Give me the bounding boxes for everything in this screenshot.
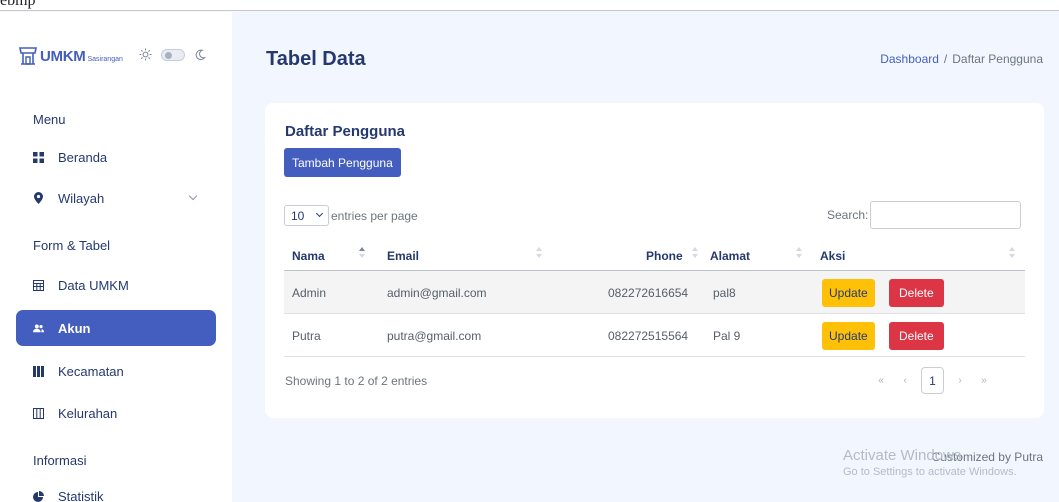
sidebar-item-label: Beranda [58,149,108,165]
sidebar-item-beranda[interactable]: Beranda [16,139,216,175]
cell-phone: 082272515564 [608,329,689,343]
top-strip-text: ebmp [0,0,36,9]
cell-nama: Putra [292,329,321,343]
theme-toggle[interactable] [161,48,185,61]
add-user-button[interactable]: Tambah Pengguna [284,148,401,177]
search-label: Search: [827,208,869,222]
sidebar-item-label: Akun [58,320,91,336]
pager-page-1[interactable]: 1 [921,367,944,394]
table-header: Nama Email Phone Alamat Aksi [284,239,1025,271]
moon-icon [195,49,206,60]
column-header-alamat[interactable]: Alamat [710,249,750,263]
pie-chart-icon [33,490,44,502]
users-card: Daftar Pengguna Tambah Pengguna 10 entri… [265,103,1044,418]
table-row: Putra putra@gmail.com 082272515564 Pal 9… [284,314,1025,357]
cell-phone: 082272616654 [608,286,689,300]
map-pin-icon [33,192,44,204]
activate-windows-hint: Go to Settings to activate Windows. [843,466,1017,478]
brand-logo[interactable]: UMKM Sasirangan [18,42,123,70]
sidebar-item-kelurahan[interactable]: Kelurahan [16,395,216,431]
users-icon [33,323,44,334]
sidebar-item-akun[interactable]: Akun [16,310,216,346]
section-title-menu: Menu [33,112,66,127]
per-page-label: entries per page [331,208,418,223]
sidebar-item-kecamatan[interactable]: Kecamatan [16,353,216,389]
per-page-select[interactable]: 10 [284,205,329,226]
table-row: Admin admin@gmail.com 082272616654 pal8 … [284,271,1025,314]
sidebar-item-label: Wilayah [58,190,105,206]
entries-per-page: 10 entries per page [284,205,418,226]
brand-sub: Sasirangan [87,56,123,63]
sort-icon [1009,247,1015,259]
cell-email: admin@gmail.com [387,286,487,300]
delete-button[interactable]: Delete [889,279,944,307]
table-info: Showing 1 to 2 of 2 entries [285,374,428,388]
sidebar-item-statistik[interactable]: Statistik [16,478,216,502]
sidebar-item-wilayah[interactable]: Wilayah [16,180,216,216]
update-button[interactable]: Update [822,279,875,307]
cell-alamat: Pal 9 [713,329,741,343]
pager-next[interactable]: › [948,375,972,386]
column-header-nama[interactable]: Nama [292,249,325,263]
sidebar-item-label: Kecamatan [58,363,124,379]
breadcrumb-current: Daftar Pengguna [952,52,1043,66]
shop-logo-icon [19,47,37,65]
delete-button[interactable]: Delete [889,322,944,350]
chevron-down-icon [315,209,324,218]
top-strip: ebmp [0,0,1059,11]
sidebar-item-label: Statistik [58,488,104,502]
chevron-down-icon [188,191,198,201]
pager-first[interactable]: « [869,375,893,386]
section-title-form-tabel: Form & Tabel [33,238,111,253]
columns-icon [33,365,44,377]
grid-icon [33,151,44,163]
column-header-aksi[interactable]: Aksi [820,249,845,263]
breadcrumb-dashboard-link[interactable]: Dashboard [880,52,939,66]
columns-outline-icon [33,407,44,419]
sort-icon [692,247,698,259]
search-box: Search: [827,201,1022,229]
column-header-phone[interactable]: Phone [646,249,683,263]
pager-prev[interactable]: ‹ [893,375,917,386]
page-title: Tabel Data [266,48,366,70]
activate-windows-watermark: Activate Windows [843,447,962,464]
theme-switcher [139,48,206,61]
pagination: « ‹ 1 › » [869,367,996,394]
column-header-email[interactable]: Email [387,249,419,263]
sun-icon [139,48,152,61]
sort-icon [536,247,542,259]
cell-email: putra@gmail.com [387,329,482,343]
sidebar-item-label: Kelurahan [58,405,118,421]
breadcrumb: Dashboard / Daftar Pengguna [880,52,1043,66]
sort-icon [796,247,802,259]
brand-name: UMKM [40,47,86,65]
sidebar-item-label: Data UMKM [58,277,129,293]
section-title-informasi: Informasi [33,453,87,468]
cell-nama: Admin [292,286,327,300]
per-page-value: 10 [291,208,305,223]
update-button[interactable]: Update [822,322,875,350]
table-icon [33,279,44,291]
breadcrumb-separator: / [943,52,948,66]
sidebar-item-data-umkm[interactable]: Data UMKM [16,267,216,303]
sidebar: UMKM Sasirangan Menu Beranda Wilayah For… [0,12,232,502]
search-input[interactable] [870,201,1022,229]
sort-asc-icon [359,247,365,259]
cell-alamat: pal8 [713,286,736,300]
pager-last[interactable]: » [972,375,996,386]
card-title: Daftar Pengguna [285,123,406,140]
